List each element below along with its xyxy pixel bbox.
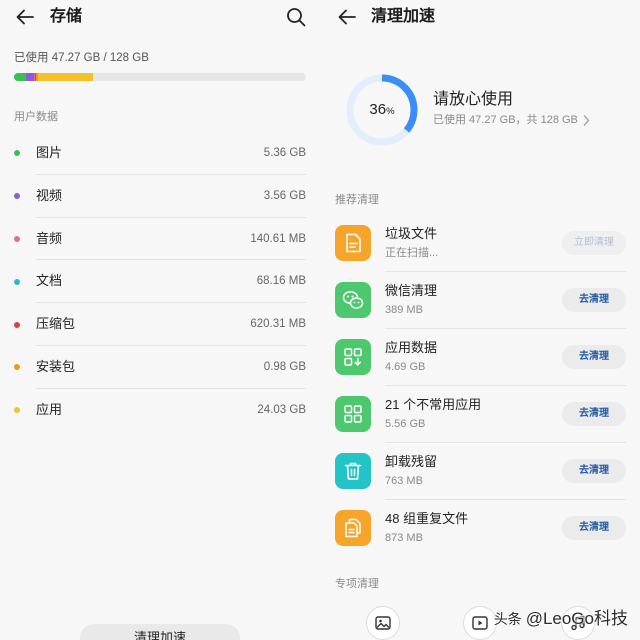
category-label: 图片 xyxy=(36,145,63,160)
go-clean-button[interactable]: 去清理 xyxy=(562,288,626,312)
user-data-list: 图片 5.36 GB 视频 3.56 GB 音频 140.61 MB 文档 68… xyxy=(0,132,320,432)
cleanup-item-title: 48 组重复文件 xyxy=(385,511,469,526)
storage-used-text: 已使用 47.27 GB / 128 GB xyxy=(14,52,149,64)
usage-bar-segment xyxy=(26,73,35,81)
app-data-tile xyxy=(335,339,371,375)
cleanup-item-title: 卸载残留 xyxy=(385,454,438,469)
usage-bar-segment xyxy=(14,73,27,81)
cleanup-item-subtitle: 5.56 GB xyxy=(385,418,426,430)
category-size: 620.31 MB xyxy=(250,318,306,331)
watermark-handle: @LeoGo科技 xyxy=(525,609,628,628)
cleanup-item-wechat[interactable]: 微信清理 389 MB 去清理 xyxy=(320,272,640,329)
special-clean-videos-button[interactable] xyxy=(463,606,497,640)
category-label: 安装包 xyxy=(36,358,76,374)
category-dot xyxy=(14,321,20,328)
wechat-icon xyxy=(342,290,364,309)
go-clean-button[interactable]: 去清理 xyxy=(562,459,626,483)
cleanup-item-subtitle: 4.69 GB xyxy=(385,361,426,373)
special-clean-images-button[interactable] xyxy=(366,606,400,640)
cleanup-item-title: 微信清理 xyxy=(385,283,438,298)
category-dot xyxy=(14,407,20,414)
cleanup-item-title: 垃圾文件 xyxy=(385,226,438,241)
category-size: 24.03 GB xyxy=(257,403,306,416)
go-clean-button[interactable]: 去清理 xyxy=(562,402,626,426)
category-size: 68.16 MB xyxy=(256,275,306,288)
cleanup-item-uninstall-residue[interactable]: 卸载残留 763 MB 去清理 xyxy=(320,443,640,500)
category-dot xyxy=(14,278,20,285)
storage-usage-ring: 36% xyxy=(346,74,418,146)
watermark: 头条 @LeoGo科技 xyxy=(494,604,628,629)
video-icon xyxy=(472,616,488,630)
storage-screen: 存储 已使用 47.27 GB / 128 GB 用户数据 图片 5.36 GB… xyxy=(0,0,320,640)
duplicate-files-icon xyxy=(345,518,361,538)
go-clean-button[interactable]: 去清理 xyxy=(562,516,626,540)
cleanup-screen: 清理加速 36% 请放心使用 已使用 47.27 GB，共 128 GB 推荐清… xyxy=(320,0,640,640)
category-size: 5.36 GB xyxy=(263,147,306,159)
page-title: 存储 xyxy=(50,8,83,25)
cleanup-accelerate-button[interactable]: 清理加速 xyxy=(80,624,240,640)
recommended-cleanup-list: 垃圾文件 正在扫描... 立即清理 微信清理 389 MB 去清理 应用数据 4… xyxy=(320,215,640,557)
back-arrow-icon[interactable] xyxy=(14,6,36,28)
category-label: 应用 xyxy=(36,401,63,417)
list-item-videos[interactable]: 视频 3.56 GB xyxy=(0,175,320,218)
usage-percent: 36 xyxy=(369,101,387,118)
category-label: 音频 xyxy=(36,230,63,246)
usage-bar-segment xyxy=(38,73,94,81)
percent-sign: % xyxy=(386,105,395,117)
cleanup-accelerate-label: 清理加速 xyxy=(133,630,186,640)
usage-bar xyxy=(14,73,306,81)
category-label: 压缩包 xyxy=(36,316,76,332)
page-title: 清理加速 xyxy=(371,8,436,25)
chevron-right-icon xyxy=(583,114,590,126)
list-item-packages[interactable]: 安装包 0.98 GB xyxy=(0,346,320,389)
app-data-icon xyxy=(344,348,362,366)
list-item-audio[interactable]: 音频 140.61 MB xyxy=(0,218,320,261)
uninstall-residue-tile xyxy=(335,453,371,489)
cleanup-item-title: 应用数据 xyxy=(385,340,438,355)
junk-files-tile xyxy=(335,225,371,261)
cleanup-item-subtitle: 389 MB xyxy=(385,304,423,316)
category-dot xyxy=(14,150,20,157)
list-item-apps[interactable]: 应用 24.03 GB xyxy=(0,389,320,432)
document-icon xyxy=(346,233,361,253)
section-special: 专项清理 xyxy=(335,578,379,590)
section-recommended: 推荐清理 xyxy=(335,194,379,206)
usage-percent-text: 36% xyxy=(346,74,418,146)
cleanup-item-subtitle: 873 MB xyxy=(385,532,423,544)
cleanup-item-junk-files[interactable]: 垃圾文件 正在扫描... 立即清理 xyxy=(320,215,640,272)
list-item-documents[interactable]: 文档 68.16 MB xyxy=(0,260,320,303)
back-arrow-icon[interactable] xyxy=(336,6,358,28)
app-grid-icon xyxy=(344,405,362,423)
cleanup-item-app-data[interactable]: 应用数据 4.69 GB 去清理 xyxy=(320,329,640,386)
search-icon[interactable] xyxy=(285,6,307,28)
category-label: 视频 xyxy=(36,187,63,203)
duplicate-files-tile xyxy=(335,510,371,546)
category-dot xyxy=(14,193,20,200)
image-icon xyxy=(375,616,391,630)
cleanup-item-title: 21 个不常用应用 xyxy=(385,397,482,412)
storage-detail-link[interactable]: 已使用 47.27 GB，共 128 GB xyxy=(433,113,590,127)
wechat-tile xyxy=(335,282,371,318)
cleanup-item-unused-apps[interactable]: 21 个不常用应用 5.56 GB 去清理 xyxy=(320,386,640,443)
list-item-images[interactable]: 图片 5.36 GB xyxy=(0,132,320,175)
watermark-prefix: 头条 xyxy=(493,611,522,627)
unused-apps-tile xyxy=(335,396,371,432)
category-size: 0.98 GB xyxy=(263,360,306,373)
section-user-data: 用户数据 xyxy=(14,111,58,123)
category-dot xyxy=(14,235,20,242)
cleanup-item-subtitle: 正在扫描... xyxy=(385,247,439,259)
go-clean-button[interactable]: 去清理 xyxy=(562,345,626,369)
clean-now-button[interactable]: 立即清理 xyxy=(562,231,626,255)
category-size: 3.56 GB xyxy=(263,189,306,202)
category-size: 140.61 MB xyxy=(250,232,306,245)
cleanup-item-duplicate-files[interactable]: 48 组重复文件 873 MB 去清理 xyxy=(320,500,640,557)
category-label: 文档 xyxy=(36,273,63,289)
list-item-archives[interactable]: 压缩包 620.31 MB xyxy=(0,303,320,346)
storage-detail-text: 已使用 47.27 GB，共 128 GB xyxy=(433,114,578,126)
trash-icon xyxy=(344,462,362,480)
cleanup-item-subtitle: 763 MB xyxy=(385,475,423,487)
category-dot xyxy=(14,364,20,371)
status-title: 请放心使用 xyxy=(433,91,514,108)
